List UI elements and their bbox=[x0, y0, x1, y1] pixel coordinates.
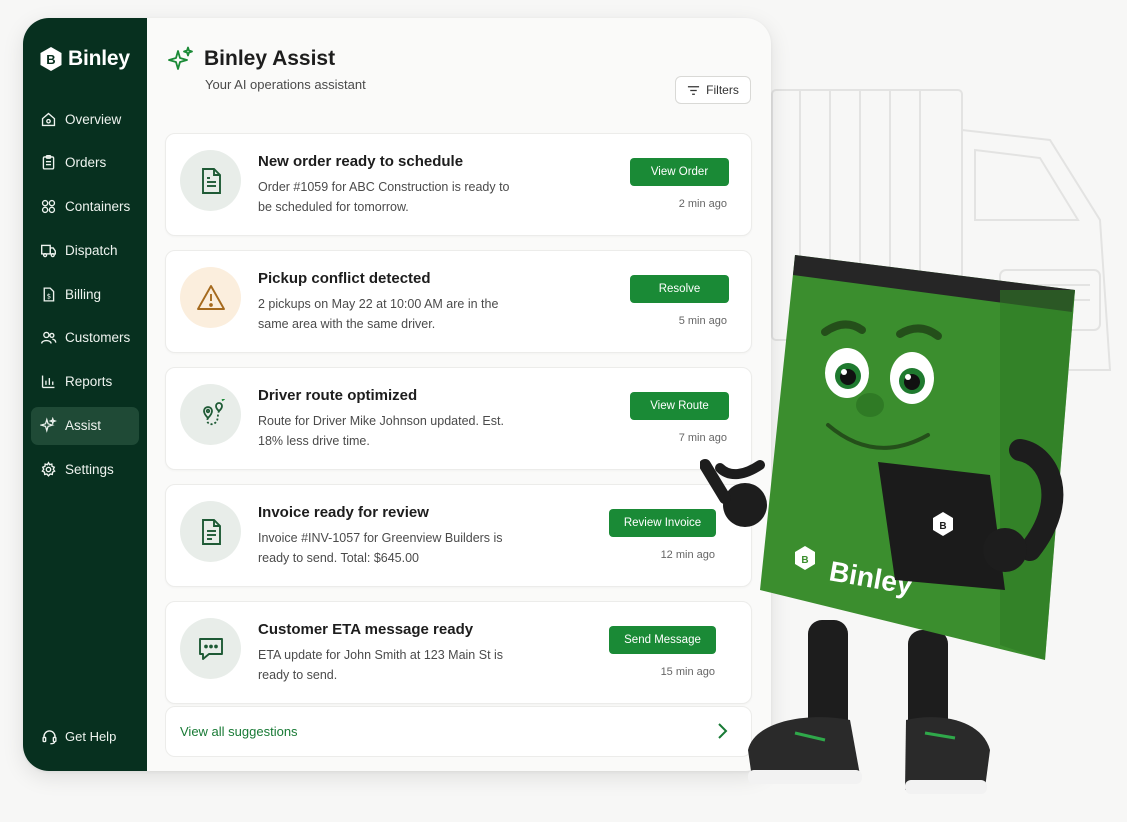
page-subtitle: Your AI operations assistant bbox=[205, 77, 366, 92]
suggestion-title: Customer ETA message ready bbox=[258, 621, 474, 638]
brand-name: Binley bbox=[68, 47, 130, 70]
suggestion-card: Customer ETA message ready ETA update fo… bbox=[165, 601, 752, 704]
sparkle-icon bbox=[40, 417, 57, 434]
chat-icon bbox=[180, 618, 241, 679]
binley-mascot-illustration: B Binley B bbox=[700, 255, 1075, 794]
containers-icon bbox=[40, 198, 57, 215]
sidebar-item-label: Orders bbox=[65, 155, 107, 171]
sidebar-item-label: Dispatch bbox=[65, 242, 118, 258]
svg-text:$: $ bbox=[47, 292, 51, 300]
suggestion-body: Order #1059 for ABC Construction is read… bbox=[258, 180, 510, 214]
sidebar-item-containers[interactable]: Containers bbox=[31, 188, 139, 226]
svg-text:B: B bbox=[801, 555, 808, 566]
suggestion-title: Driver route optimized bbox=[258, 387, 418, 404]
sidebar-item-reports[interactable]: Reports bbox=[31, 363, 139, 401]
clipboard-icon bbox=[40, 154, 57, 171]
suggestion-body: 2 pickups on May 22 at 10:00 AM are in t… bbox=[258, 297, 499, 331]
sidebar-item-overview[interactable]: Overview bbox=[31, 100, 139, 138]
page-header: Binley Assist Your AI operations assista… bbox=[165, 18, 753, 132]
headset-icon bbox=[41, 728, 58, 745]
suggestion-body: Invoice #INV-1057 for Greenview Builders… bbox=[258, 531, 503, 565]
filter-icon bbox=[688, 85, 700, 95]
users-icon bbox=[40, 329, 57, 346]
sidebar-item-settings[interactable]: Settings bbox=[31, 450, 139, 488]
warning-icon bbox=[180, 267, 241, 328]
suggestions-list: New order ready to schedule Order #1059 … bbox=[165, 133, 752, 718]
suggestion-card: Invoice ready for review Invoice #INV-10… bbox=[165, 484, 752, 587]
bar-chart-icon bbox=[40, 373, 57, 390]
suggestion-body: ETA update for John Smith at 123 Main St… bbox=[258, 648, 504, 682]
sidebar-item-billing[interactable]: $ Billing bbox=[31, 275, 139, 313]
get-help-label: Get Help bbox=[65, 729, 117, 744]
suggestion-time: 2 min ago bbox=[678, 198, 727, 210]
page-title: Binley Assist bbox=[204, 47, 336, 70]
svg-text:B: B bbox=[939, 521, 946, 532]
sidebar-item-customers[interactable]: Customers bbox=[31, 319, 139, 357]
filters-label: Filters bbox=[706, 83, 739, 97]
sidebar-item-label: Containers bbox=[65, 199, 131, 215]
view-order-button[interactable]: View Order bbox=[630, 158, 729, 186]
invoice-icon bbox=[180, 501, 241, 562]
gear-icon bbox=[40, 461, 57, 478]
suggestion-body: Route for Driver Mike Johnson updated. E… bbox=[258, 414, 504, 448]
binley-logo-icon: B bbox=[40, 47, 62, 71]
suggestion-card: Driver route optimized Route for Driver … bbox=[165, 367, 752, 470]
sidebar-item-label: Assist bbox=[65, 418, 102, 434]
sidebar-item-label: Overview bbox=[65, 111, 122, 127]
truck-icon bbox=[40, 242, 57, 259]
sidebar-item-label: Billing bbox=[65, 286, 102, 302]
view-all-label: View all suggestions bbox=[180, 724, 298, 739]
document-icon bbox=[180, 150, 241, 211]
sidebar-nav: Overview Orders Containers Dispatch $ Bi… bbox=[23, 100, 147, 488]
suggestion-card: Pickup conflict detected 2 pickups on Ma… bbox=[165, 250, 752, 353]
sidebar-item-dispatch[interactable]: Dispatch bbox=[31, 231, 139, 269]
sidebar: B Binley Overview Orders Containers Disp… bbox=[23, 18, 147, 771]
get-help-link[interactable]: Get Help bbox=[41, 728, 116, 745]
suggestion-card: New order ready to schedule Order #1059 … bbox=[165, 133, 752, 236]
suggestion-title: Invoice ready for review bbox=[258, 504, 429, 521]
sidebar-item-label: Customers bbox=[65, 330, 131, 346]
brand[interactable]: B Binley bbox=[23, 44, 147, 74]
svg-text:B: B bbox=[46, 52, 55, 67]
route-icon bbox=[180, 384, 241, 445]
sidebar-item-orders[interactable]: Orders bbox=[31, 144, 139, 182]
filters-button[interactable]: Filters bbox=[675, 76, 751, 104]
sidebar-item-label: Settings bbox=[65, 461, 114, 477]
suggestion-title: Pickup conflict detected bbox=[258, 270, 431, 287]
home-icon bbox=[40, 111, 57, 128]
dollar-document-icon: $ bbox=[40, 286, 57, 303]
sidebar-item-label: Reports bbox=[65, 374, 113, 390]
view-all-suggestions-link[interactable]: View all suggestions bbox=[165, 706, 752, 757]
suggestion-title: New order ready to schedule bbox=[258, 153, 464, 170]
sparkle-icon bbox=[168, 46, 193, 70]
sidebar-item-assist[interactable]: Assist bbox=[31, 406, 139, 445]
